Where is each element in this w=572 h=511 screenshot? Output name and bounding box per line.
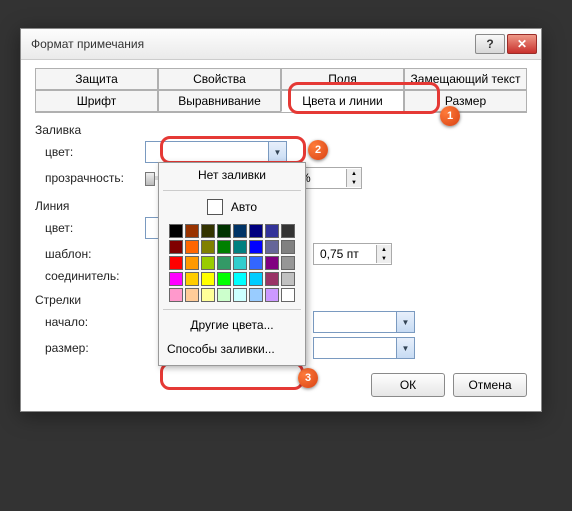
callout-badge-3: 3 xyxy=(298,368,318,388)
no-fill-item[interactable]: Нет заливки xyxy=(159,163,305,187)
color-swatch[interactable] xyxy=(281,256,295,270)
color-swatch[interactable] xyxy=(169,240,183,254)
color-swatch[interactable] xyxy=(249,272,263,286)
arrow-begin-label: начало: xyxy=(35,315,145,329)
color-swatch[interactable] xyxy=(185,288,199,302)
color-swatch[interactable] xyxy=(233,224,247,238)
tab-alignment[interactable]: Выравнивание xyxy=(158,90,281,112)
color-swatch[interactable] xyxy=(201,224,215,238)
color-swatch[interactable] xyxy=(217,240,231,254)
color-swatch[interactable] xyxy=(265,288,279,302)
callout-badge-2: 2 xyxy=(308,140,328,160)
chevron-down-icon: ▼ xyxy=(396,312,414,332)
window-title: Формат примечания xyxy=(31,37,473,51)
color-swatch[interactable] xyxy=(217,224,231,238)
color-swatch[interactable] xyxy=(201,240,215,254)
line-weight-value: 0,75 пт xyxy=(314,247,376,261)
titlebar[interactable]: Формат примечания ? ✕ xyxy=(21,29,541,60)
color-swatch[interactable] xyxy=(169,224,183,238)
color-swatch[interactable] xyxy=(233,256,247,270)
connector-label: соединитель: xyxy=(35,269,145,283)
color-swatch[interactable] xyxy=(201,288,215,302)
color-swatch[interactable] xyxy=(265,256,279,270)
fill-color-dropdown[interactable]: ▼ xyxy=(145,141,287,163)
spin-down-icon[interactable]: ▼ xyxy=(347,178,361,187)
color-swatch[interactable] xyxy=(233,288,247,302)
color-swatch[interactable] xyxy=(281,288,295,302)
color-swatch[interactable] xyxy=(185,240,199,254)
color-swatch[interactable] xyxy=(217,288,231,302)
color-swatch[interactable] xyxy=(249,256,263,270)
color-swatch[interactable] xyxy=(169,288,183,302)
color-palette xyxy=(159,220,305,306)
color-swatch[interactable] xyxy=(201,256,215,270)
template-label: шаблон: xyxy=(35,247,145,261)
color-swatch[interactable] xyxy=(201,272,215,286)
tab-size[interactable]: Размер xyxy=(404,90,527,112)
line-weight-spinner[interactable]: 0,75 пт ▲▼ xyxy=(313,243,392,265)
color-swatch[interactable] xyxy=(169,256,183,270)
cancel-button[interactable]: Отмена xyxy=(453,373,527,397)
callout-badge-1: 1 xyxy=(440,106,460,126)
color-swatch[interactable] xyxy=(169,272,183,286)
auto-swatch-icon xyxy=(207,199,223,215)
color-swatch[interactable] xyxy=(281,224,295,238)
chevron-down-icon: ▼ xyxy=(268,142,286,162)
fill-color-label: цвет: xyxy=(35,145,145,159)
line-color-label: цвет: xyxy=(35,221,145,235)
color-swatch[interactable] xyxy=(265,240,279,254)
color-swatch[interactable] xyxy=(249,224,263,238)
tab-protection[interactable]: Защита xyxy=(35,68,158,90)
color-swatch[interactable] xyxy=(217,272,231,286)
color-swatch[interactable] xyxy=(233,240,247,254)
fill-color-popup: Нет заливки Авто Другие цвета... Способы… xyxy=(158,162,306,366)
color-swatch[interactable] xyxy=(185,256,199,270)
tab-properties[interactable]: Свойства xyxy=(158,68,281,90)
color-swatch[interactable] xyxy=(281,240,295,254)
color-swatch[interactable] xyxy=(249,288,263,302)
transparency-label: прозрачность: xyxy=(35,171,145,185)
slider-thumb[interactable] xyxy=(145,172,155,186)
help-button[interactable]: ? xyxy=(475,34,505,54)
color-swatch[interactable] xyxy=(265,224,279,238)
tab-colors-lines[interactable]: Цвета и линии xyxy=(281,90,404,112)
spin-up-icon[interactable]: ▲ xyxy=(377,245,391,254)
color-swatch[interactable] xyxy=(265,272,279,286)
arrow-end-size-dropdown[interactable]: ▼ xyxy=(313,337,415,359)
color-swatch[interactable] xyxy=(233,272,247,286)
color-swatch[interactable] xyxy=(185,272,199,286)
color-swatch[interactable] xyxy=(249,240,263,254)
tab-font[interactable]: Шрифт xyxy=(35,90,158,112)
color-swatch[interactable] xyxy=(217,256,231,270)
ok-button[interactable]: ОК xyxy=(371,373,445,397)
chevron-down-icon: ▼ xyxy=(396,338,414,358)
arrow-size-label: размер: xyxy=(35,341,145,355)
fill-effects-item[interactable]: Способы заливки... xyxy=(159,337,305,361)
more-colors-item[interactable]: Другие цвета... xyxy=(159,313,305,337)
color-swatch[interactable] xyxy=(281,272,295,286)
arrow-end-dropdown[interactable]: ▼ xyxy=(313,311,415,333)
tab-alt-text[interactable]: Замещающий текст xyxy=(404,68,527,90)
spin-down-icon[interactable]: ▼ xyxy=(377,254,391,263)
auto-color-item[interactable]: Авто xyxy=(159,194,305,220)
close-button[interactable]: ✕ xyxy=(507,34,537,54)
spin-up-icon[interactable]: ▲ xyxy=(347,169,361,178)
color-swatch[interactable] xyxy=(185,224,199,238)
tab-margins[interactable]: Поля xyxy=(281,68,404,90)
dialog-footer: ОК Отмена xyxy=(35,373,527,397)
